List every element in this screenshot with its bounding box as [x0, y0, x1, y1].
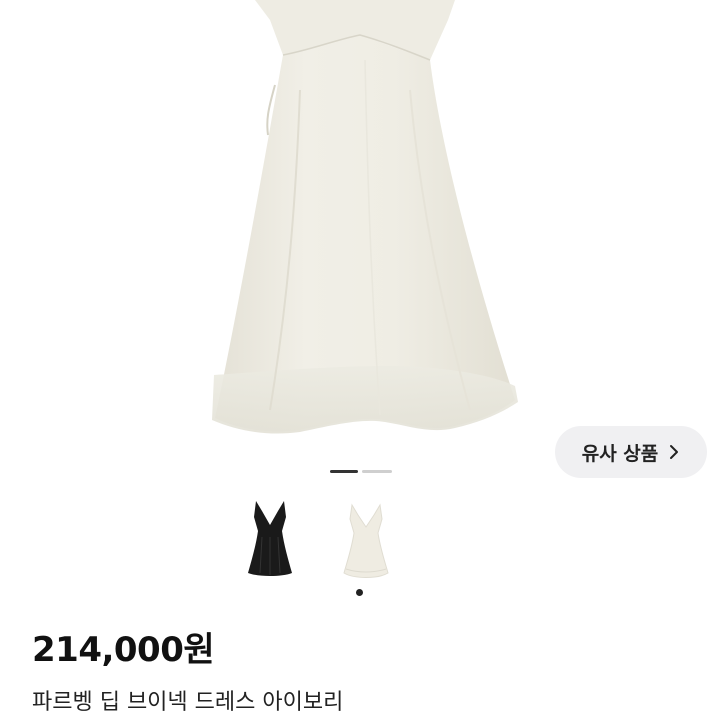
similar-items-label: 유사 상품	[581, 442, 659, 465]
slide-indicator-active	[330, 470, 358, 473]
ivory-dress-thumb-image	[343, 503, 389, 578]
selected-thumbnail-dot	[356, 589, 363, 596]
chevron-right-icon	[670, 445, 679, 459]
ivory-dress-thumbnail[interactable]	[328, 497, 404, 583]
ivory-dress-image	[212, 0, 518, 434]
product-name: 파르벵 딥 브이넥 드레스 아이보리	[32, 690, 344, 715]
black-dress-image	[248, 501, 292, 576]
product-price: 214,000원	[32, 630, 215, 670]
similar-items-button[interactable]: 유사 상품	[555, 426, 707, 478]
black-dress-thumbnail[interactable]	[232, 497, 308, 583]
product-main-image[interactable]	[0, 0, 720, 458]
slide-indicator-inactive	[362, 470, 392, 473]
product-detail-page: 유사 상품 214,000원 파르벵 딥 브이넥 드레스 아이보리	[0, 0, 720, 720]
